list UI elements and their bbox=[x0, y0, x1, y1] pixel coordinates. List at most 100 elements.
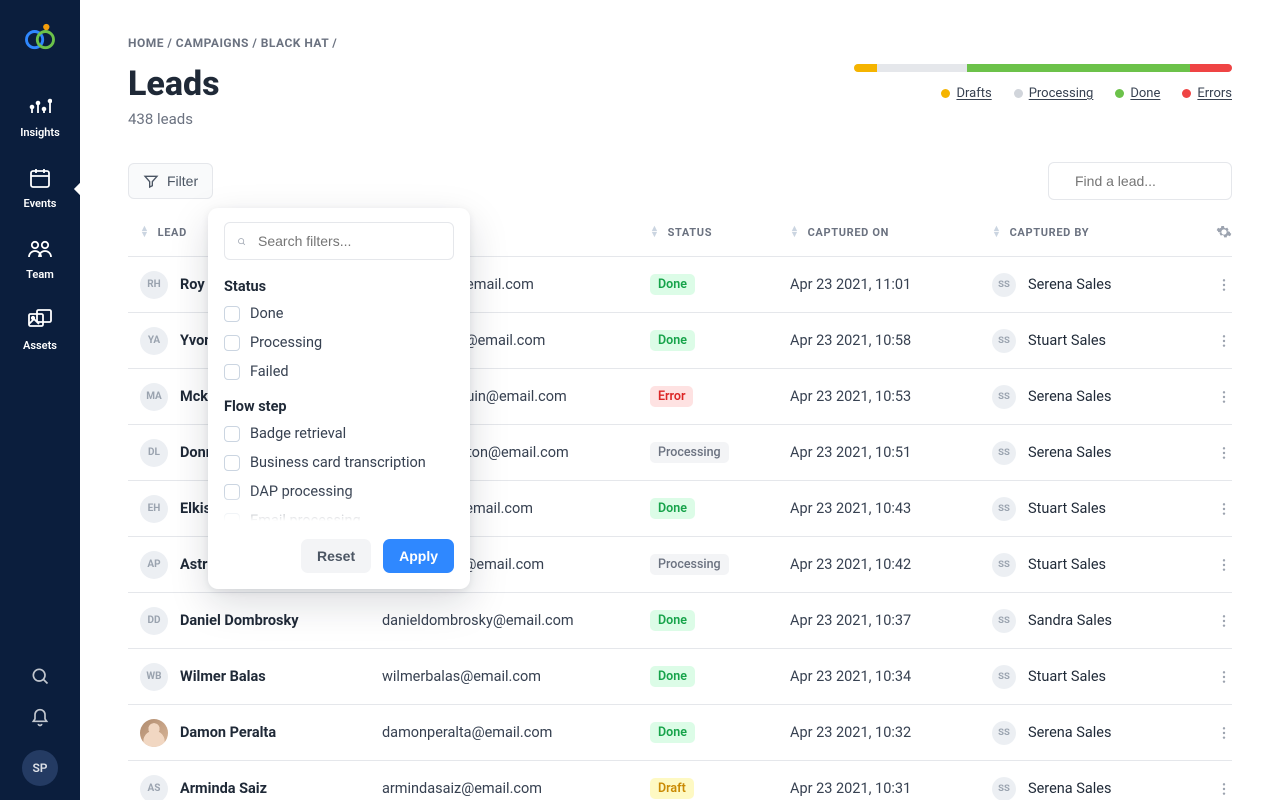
search-icon[interactable] bbox=[30, 666, 50, 686]
filter-search-input[interactable] bbox=[256, 232, 441, 250]
captured-by-name: Stuart Sales bbox=[1028, 332, 1106, 349]
filter-option-label: Email processing bbox=[250, 512, 361, 521]
col-captured-by[interactable]: ▲▼ CAPTURED BY bbox=[992, 226, 1202, 239]
table-row[interactable]: ASArminda Saizarmindasaiz@email.comDraft… bbox=[128, 761, 1232, 800]
captured-by-avatar: SS bbox=[992, 273, 1016, 297]
table-row[interactable]: WBWilmer Balaswilmerbalas@email.comDoneA… bbox=[128, 649, 1232, 705]
checkbox-icon bbox=[224, 455, 240, 471]
lead-avatar: DD bbox=[140, 607, 168, 635]
progress-segment-done bbox=[967, 64, 1190, 72]
captured-on: Apr 23 2021, 10:34 bbox=[790, 668, 992, 685]
lead-avatar: MA bbox=[140, 383, 168, 411]
captured-by-avatar: SS bbox=[992, 553, 1016, 577]
row-menu-button[interactable] bbox=[1202, 613, 1232, 629]
main-content: HOME / CAMPAIGNS / BLACK HAT / Leads 438… bbox=[80, 0, 1280, 800]
search-icon bbox=[237, 234, 246, 249]
captured-on: Apr 23 2021, 11:01 bbox=[790, 276, 992, 293]
lead-avatar: WB bbox=[140, 663, 168, 691]
filter-option-label: DAP processing bbox=[250, 483, 353, 500]
checkbox-icon bbox=[224, 364, 240, 380]
sort-icon: ▲▼ bbox=[790, 226, 800, 238]
search-input-wrap[interactable] bbox=[1048, 162, 1232, 200]
dot-icon bbox=[941, 89, 950, 98]
insights-icon bbox=[27, 94, 53, 120]
table-settings-button[interactable] bbox=[1202, 224, 1232, 240]
search-input[interactable] bbox=[1073, 172, 1258, 190]
row-menu-button[interactable] bbox=[1202, 501, 1232, 517]
captured-by-avatar: SS bbox=[992, 441, 1016, 465]
captured-by-name: Stuart Sales bbox=[1028, 556, 1106, 573]
reset-button[interactable]: Reset bbox=[301, 539, 371, 573]
filter-button[interactable]: Filter bbox=[128, 163, 213, 199]
filter-option[interactable]: Business card transcription bbox=[224, 454, 454, 471]
user-avatar[interactable]: SP bbox=[22, 750, 58, 786]
legend-drafts[interactable]: Drafts bbox=[941, 86, 991, 101]
col-status[interactable]: ▲▼ STATUS bbox=[650, 226, 790, 239]
more-vertical-icon bbox=[1216, 669, 1232, 685]
sidebar: Insights Events Team Asset bbox=[0, 0, 80, 800]
status-badge: Done bbox=[650, 722, 695, 743]
captured-by-name: Serena Sales bbox=[1028, 388, 1111, 405]
row-menu-button[interactable] bbox=[1202, 445, 1232, 461]
filter-search-wrap[interactable] bbox=[224, 222, 454, 260]
filter-option[interactable]: Email processing bbox=[224, 512, 454, 521]
status-badge: Error bbox=[650, 386, 693, 407]
lead-email: armindasaiz@email.com bbox=[382, 780, 650, 797]
row-menu-button[interactable] bbox=[1202, 669, 1232, 685]
captured-by-name: Serena Sales bbox=[1028, 724, 1111, 741]
filter-option[interactable]: DAP processing bbox=[224, 483, 454, 500]
captured-on: Apr 23 2021, 10:53 bbox=[790, 388, 992, 405]
more-vertical-icon bbox=[1216, 557, 1232, 573]
legend-processing[interactable]: Processing bbox=[1014, 86, 1094, 101]
more-vertical-icon bbox=[1216, 781, 1232, 797]
captured-by-name: Serena Sales bbox=[1028, 780, 1111, 797]
row-menu-button[interactable] bbox=[1202, 725, 1232, 741]
calendar-icon bbox=[27, 165, 53, 191]
lead-avatar: EH bbox=[140, 495, 168, 523]
breadcrumb[interactable]: HOME / CAMPAIGNS / BLACK HAT / bbox=[128, 36, 1232, 50]
captured-by-name: Stuart Sales bbox=[1028, 500, 1106, 517]
table-row[interactable]: Damon Peraltadamonperalta@email.comDoneA… bbox=[128, 705, 1232, 761]
lead-avatar: AS bbox=[140, 775, 168, 800]
bell-icon[interactable] bbox=[30, 708, 50, 728]
row-menu-button[interactable] bbox=[1202, 389, 1232, 405]
filter-option-label: Failed bbox=[250, 363, 289, 380]
table-row[interactable]: DDDaniel Dombroskydanieldombrosky@email.… bbox=[128, 593, 1232, 649]
nav-label: Insights bbox=[20, 126, 60, 139]
filter-option[interactable]: Processing bbox=[224, 334, 454, 351]
dot-icon bbox=[1182, 89, 1191, 98]
captured-on: Apr 23 2021, 10:43 bbox=[790, 500, 992, 517]
lead-avatar bbox=[140, 719, 168, 747]
row-menu-button[interactable] bbox=[1202, 781, 1232, 797]
captured-on: Apr 23 2021, 10:42 bbox=[790, 556, 992, 573]
captured-by-avatar: SS bbox=[992, 329, 1016, 353]
nav-insights[interactable]: Insights bbox=[0, 82, 80, 153]
captured-on: Apr 23 2021, 10:32 bbox=[790, 724, 992, 741]
lead-name: Damon Peralta bbox=[180, 724, 276, 741]
filter-option[interactable]: Badge retrieval bbox=[224, 425, 454, 442]
nav-team[interactable]: Team bbox=[0, 224, 80, 295]
captured-by-name: Sandra Sales bbox=[1028, 612, 1112, 629]
nav-events[interactable]: Events bbox=[0, 153, 80, 224]
filter-option-label: Badge retrieval bbox=[250, 425, 346, 442]
captured-by-name: Stuart Sales bbox=[1028, 668, 1106, 685]
legend-done[interactable]: Done bbox=[1115, 86, 1160, 101]
status-badge: Processing bbox=[650, 554, 729, 575]
col-captured-on[interactable]: ▲▼ CAPTURED ON bbox=[790, 226, 992, 239]
captured-by-name: Serena Sales bbox=[1028, 276, 1111, 293]
apply-button[interactable]: Apply bbox=[383, 539, 454, 573]
legend-errors[interactable]: Errors bbox=[1182, 86, 1232, 101]
row-menu-button[interactable] bbox=[1202, 557, 1232, 573]
nav-assets[interactable]: Assets bbox=[0, 295, 80, 366]
captured-on: Apr 23 2021, 10:58 bbox=[790, 332, 992, 349]
filter-option[interactable]: Done bbox=[224, 305, 454, 322]
filter-section-flow: Flow step bbox=[224, 398, 454, 415]
nav-label: Events bbox=[24, 197, 57, 210]
row-menu-button[interactable] bbox=[1202, 277, 1232, 293]
captured-on: Apr 23 2021, 10:31 bbox=[790, 780, 992, 797]
progress-segment-processing bbox=[877, 64, 968, 72]
gear-icon bbox=[1216, 224, 1232, 240]
row-menu-button[interactable] bbox=[1202, 333, 1232, 349]
filter-option[interactable]: Failed bbox=[224, 363, 454, 380]
status-badge: Done bbox=[650, 498, 695, 519]
